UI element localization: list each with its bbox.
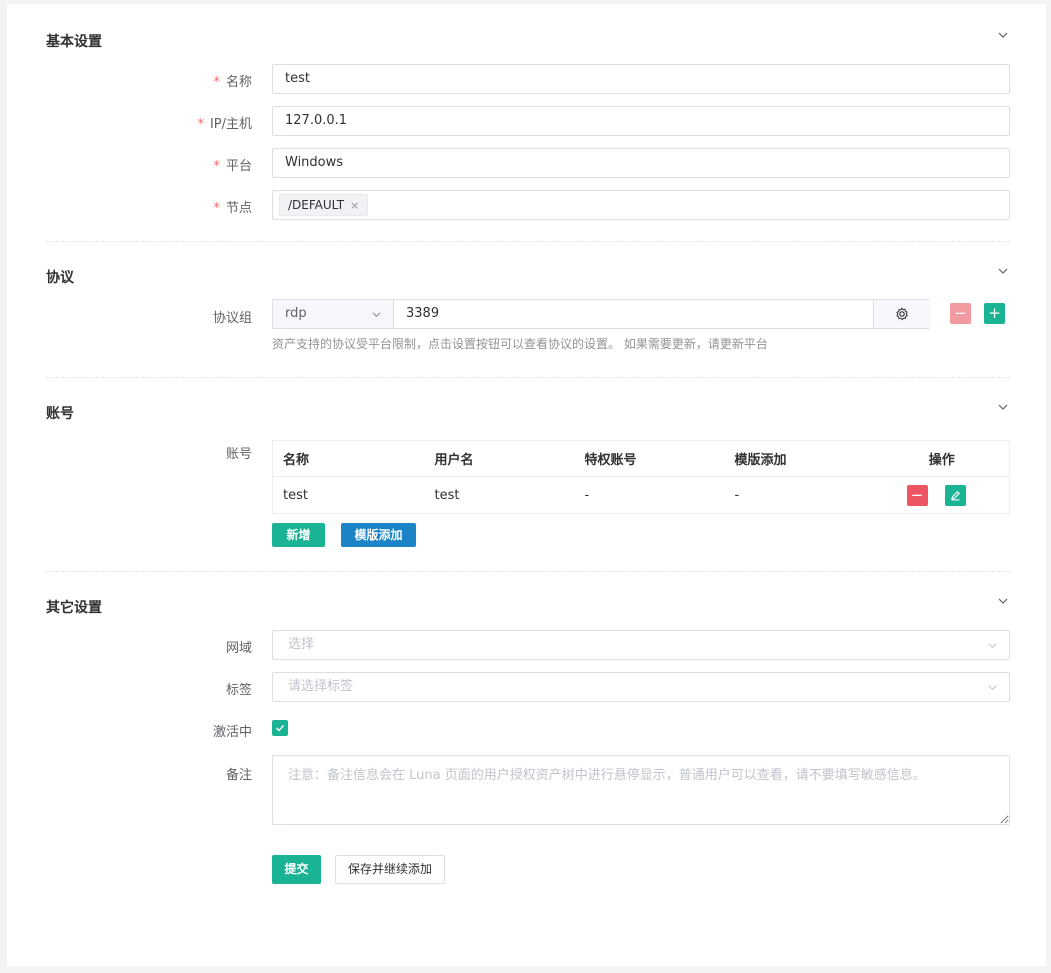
asset-form-card: 基本设置 * 名称 test * IP/主机 127.0.0.1 * 平台 Windo… bbox=[7, 4, 1046, 966]
chevron-down-icon[interactable] bbox=[998, 266, 1008, 276]
divider bbox=[46, 377, 1010, 378]
active-label: 激活中 bbox=[212, 725, 252, 740]
check-icon bbox=[276, 725, 285, 732]
divider bbox=[46, 571, 1010, 572]
platform-label: * 平台 bbox=[213, 159, 252, 174]
cell-privileged: - bbox=[584, 487, 590, 503]
chevron-down-icon bbox=[372, 312, 381, 318]
protocol-group-label: 协议组 bbox=[212, 311, 252, 326]
name-input[interactable]: test bbox=[272, 64, 1010, 94]
platform-input[interactable]: Windows bbox=[272, 148, 1010, 178]
node-select[interactable]: /DEFAULT × bbox=[272, 190, 1010, 220]
edit-account-button[interactable] bbox=[944, 485, 966, 506]
cell-username: test bbox=[434, 487, 460, 503]
section-title-basic: 基本设置 bbox=[46, 34, 102, 50]
column-header-privileged: 特权账号 bbox=[574, 440, 725, 477]
comment-label: 备注 bbox=[225, 768, 252, 783]
port-input[interactable]: 3389 bbox=[406, 300, 439, 328]
tag-close-icon[interactable]: × bbox=[350, 199, 359, 212]
labels-select[interactable]: 请选择标签 bbox=[272, 672, 1010, 702]
cell-template: - bbox=[734, 487, 740, 503]
protocol-group: rdp 3389 bbox=[272, 299, 930, 329]
gear-icon bbox=[896, 307, 909, 321]
account-table: 名称 用户名 特权账号 模版添加 操作 test test - - − bbox=[272, 440, 1010, 514]
node-tag: /DEFAULT × bbox=[279, 194, 369, 216]
column-header-actions: 操作 bbox=[874, 440, 1010, 477]
chevron-down-icon bbox=[988, 685, 997, 691]
column-header-username: 用户名 bbox=[424, 440, 575, 477]
column-header-name: 名称 bbox=[272, 440, 425, 477]
cell-actions: − bbox=[875, 477, 1010, 514]
active-checkbox[interactable] bbox=[272, 720, 288, 736]
account-label: 账号 bbox=[225, 447, 252, 462]
add-protocol-button[interactable]: + bbox=[984, 303, 1005, 324]
column-header-template: 模版添加 bbox=[724, 440, 875, 477]
pencil-icon bbox=[950, 491, 960, 501]
table-header-row: 名称 用户名 特权账号 模版添加 操作 bbox=[272, 440, 1010, 477]
name-label: * 名称 bbox=[213, 75, 252, 90]
save-continue-button[interactable]: 保存并继续添加 bbox=[335, 855, 445, 884]
node-label: * 节点 bbox=[213, 201, 252, 216]
section-title-account: 账号 bbox=[46, 406, 74, 422]
submit-button[interactable]: 提交 bbox=[272, 855, 321, 884]
section-title-other: 其它设置 bbox=[46, 600, 102, 616]
protocol-help-text: 资产支持的协议受平台限制，点击设置按钮可以查看协议的设置。 如果需要更新，请更新… bbox=[272, 337, 768, 351]
chevron-down-icon bbox=[988, 643, 997, 649]
protocol-settings-button[interactable] bbox=[873, 300, 930, 328]
host-label: * IP/主机 bbox=[197, 117, 252, 132]
chevron-down-icon[interactable] bbox=[998, 596, 1008, 606]
chevron-down-icon[interactable] bbox=[998, 30, 1008, 40]
cell-name: test bbox=[283, 487, 308, 503]
chevron-down-icon[interactable] bbox=[998, 402, 1008, 412]
protocol-select[interactable]: rdp bbox=[273, 300, 394, 328]
add-account-button[interactable]: 新增 bbox=[272, 523, 325, 547]
table-row: test test - - − bbox=[273, 477, 1010, 514]
domain-label: 网域 bbox=[225, 641, 252, 656]
labels-label: 标签 bbox=[225, 683, 252, 698]
template-add-button[interactable]: 模版添加 bbox=[341, 523, 416, 547]
remove-protocol-button[interactable]: − bbox=[950, 303, 971, 324]
remove-account-button[interactable]: − bbox=[906, 485, 928, 506]
section-title-protocol: 协议 bbox=[46, 270, 74, 286]
comment-textarea[interactable] bbox=[272, 755, 1010, 825]
divider bbox=[46, 241, 1010, 242]
host-input[interactable]: 127.0.0.1 bbox=[272, 106, 1010, 136]
domain-select[interactable]: 选择 bbox=[272, 630, 1010, 660]
